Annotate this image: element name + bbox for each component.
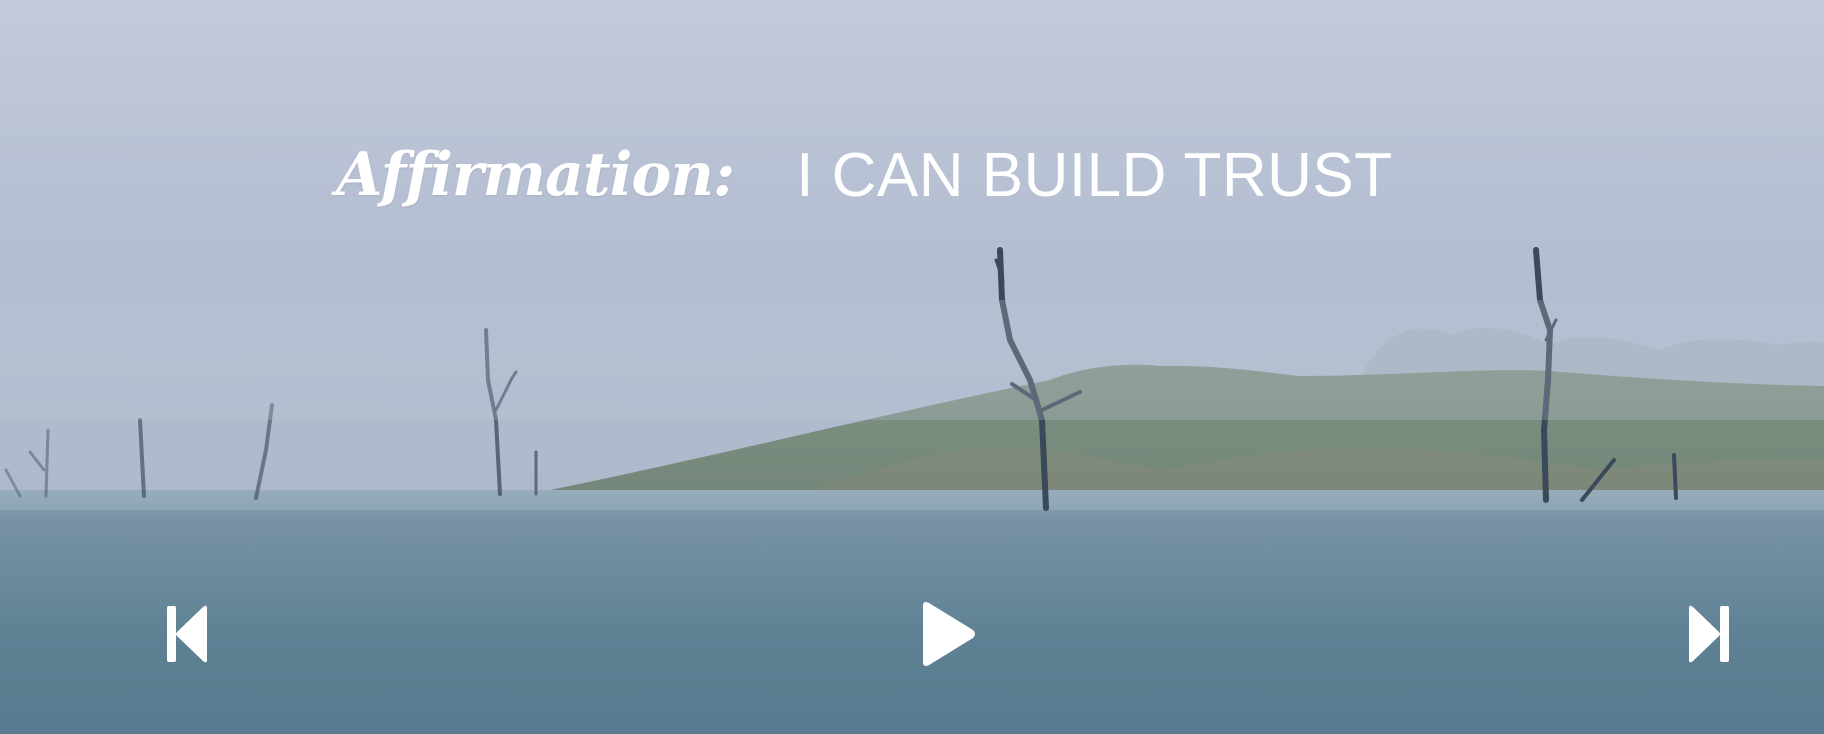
affirmation-label: Affirmation:	[336, 140, 735, 210]
previous-button[interactable]	[148, 594, 228, 674]
play-button[interactable]	[908, 594, 988, 674]
affirmation-text: I CAN BUILD TRUST	[796, 140, 1393, 210]
next-button[interactable]	[1668, 594, 1748, 674]
play-icon	[919, 600, 977, 668]
skip-previous-icon	[165, 604, 211, 664]
skip-next-icon	[1685, 604, 1731, 664]
affirmation-row: Affirmation: I CAN BUILD TRUST	[336, 125, 1393, 225]
